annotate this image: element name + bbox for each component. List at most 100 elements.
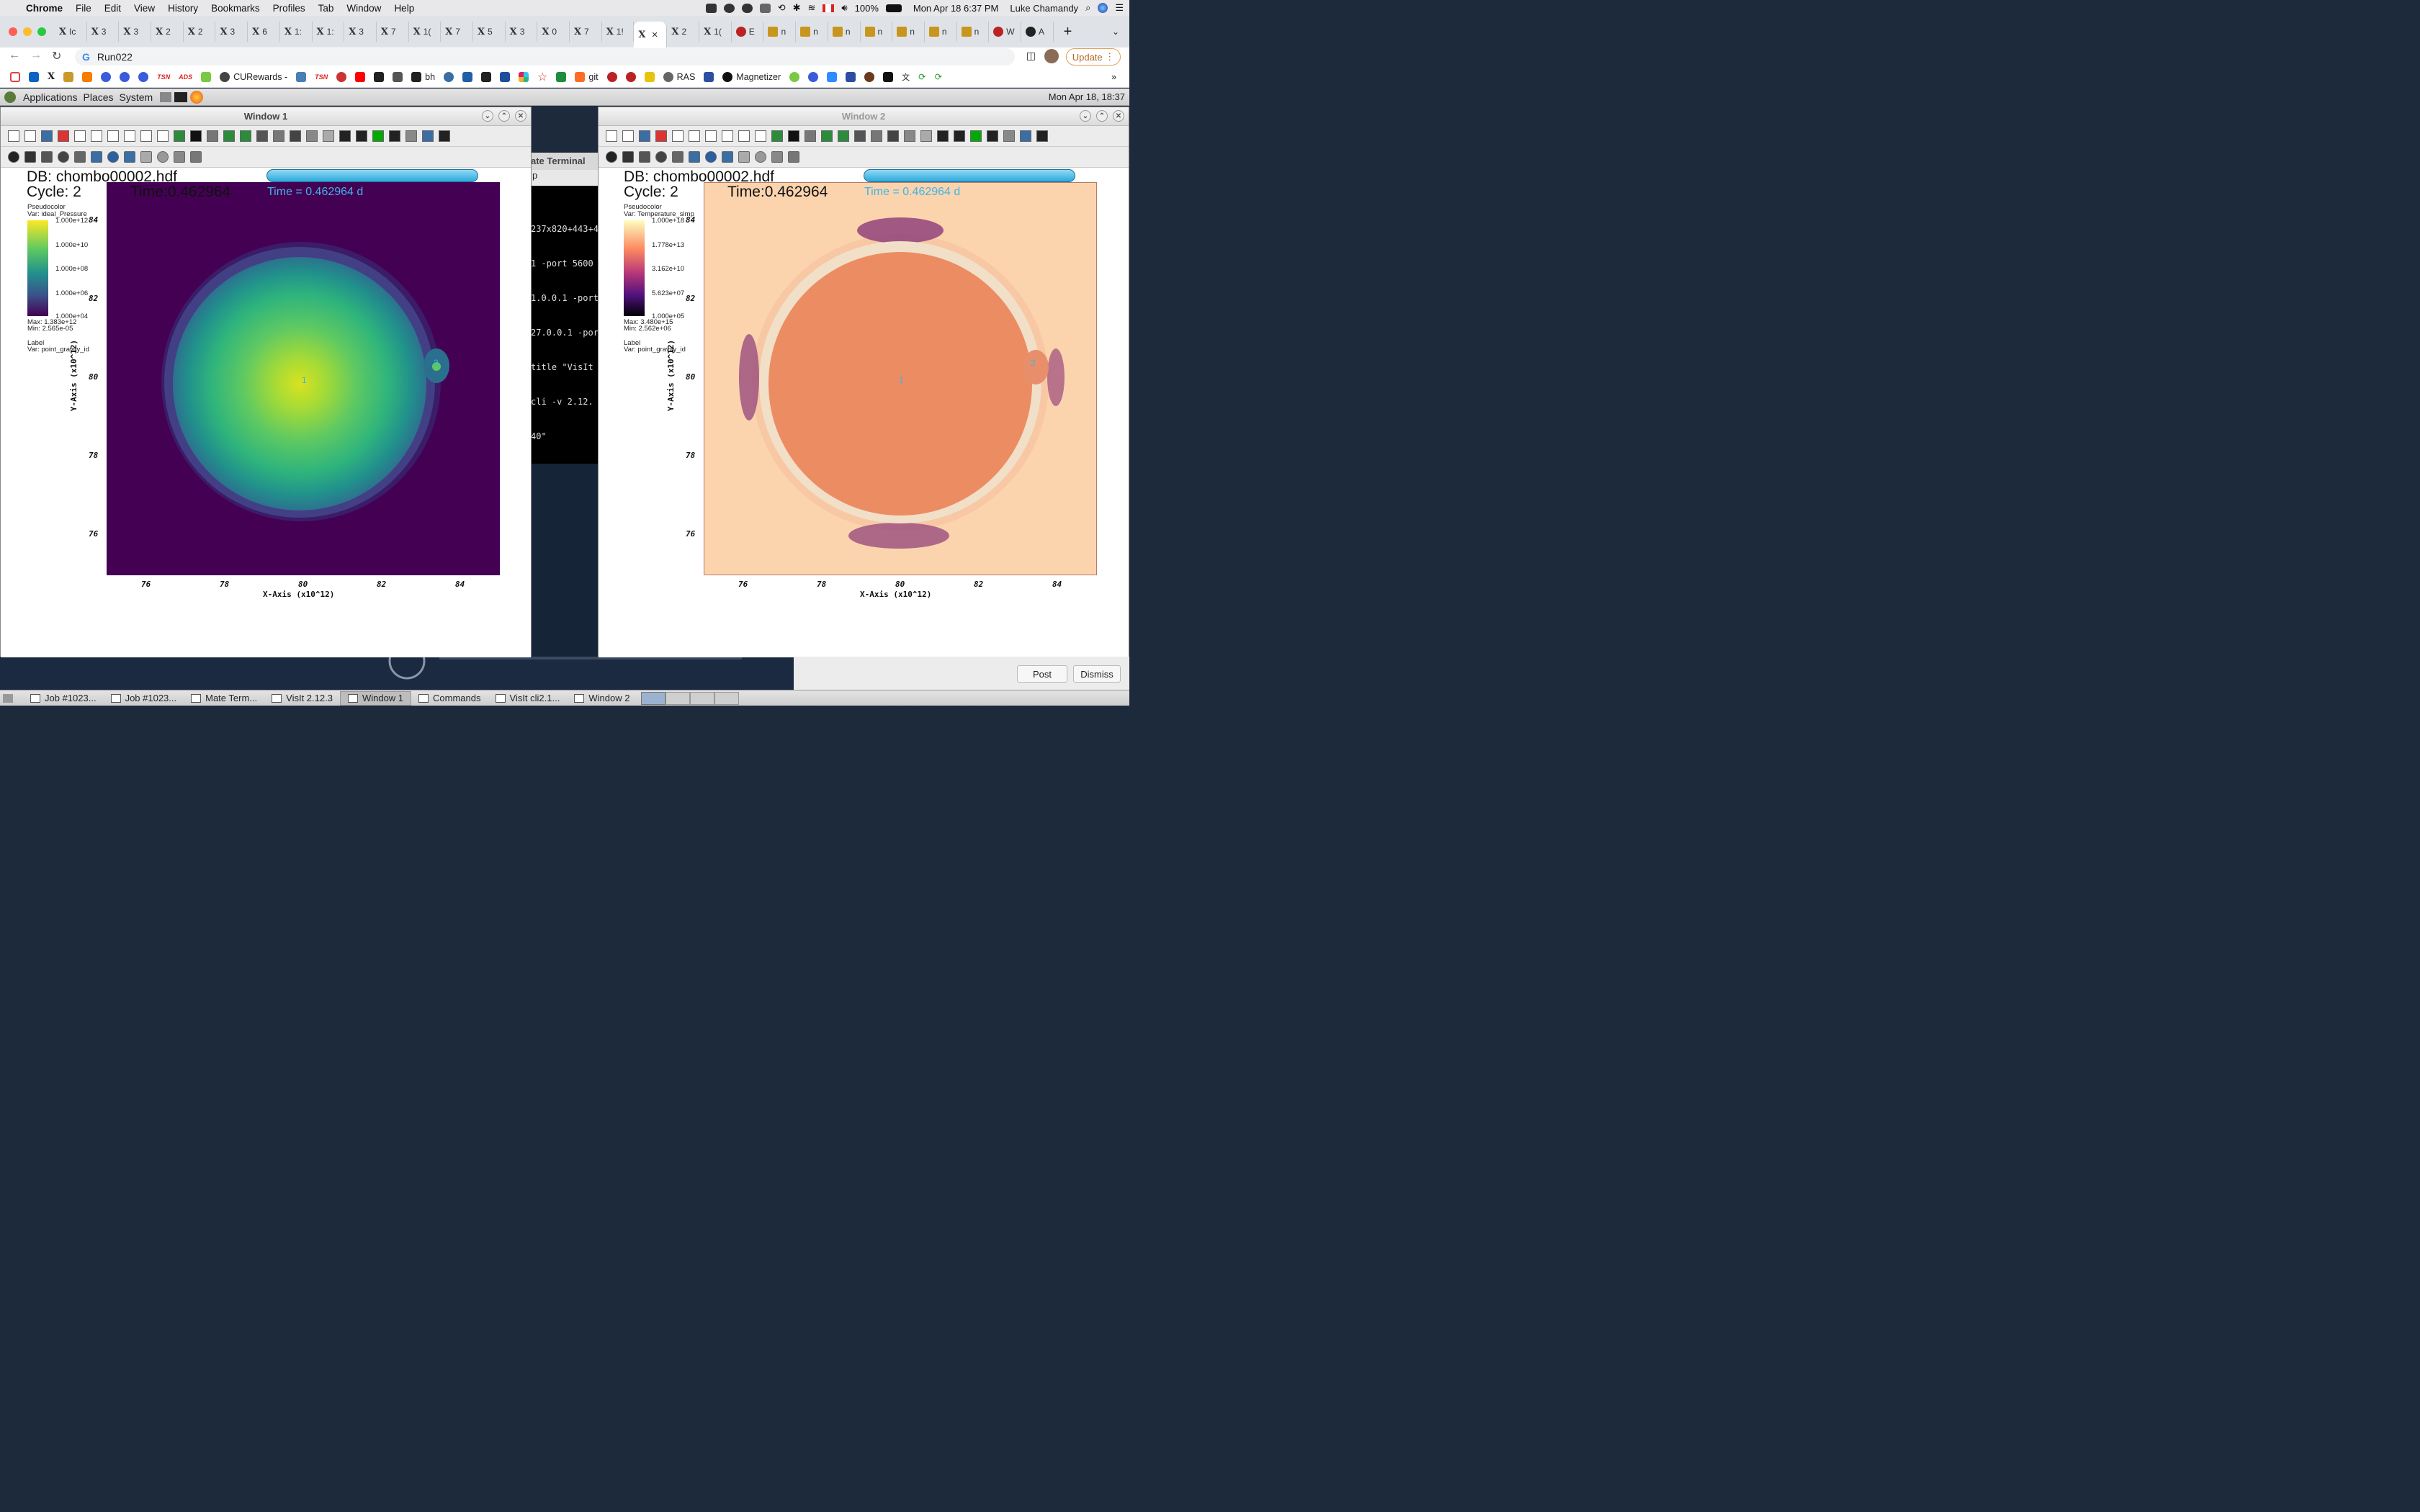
taskbar-item[interactable]: Commands xyxy=(411,691,488,706)
clone-icon[interactable] xyxy=(40,129,54,143)
bookmark-ras[interactable]: RAS xyxy=(659,71,700,82)
tab-22[interactable]: n xyxy=(763,22,797,42)
tab-9[interactable]: X3 xyxy=(344,22,377,42)
bookmark-x2[interactable] xyxy=(458,71,477,82)
undo-view-icon[interactable] xyxy=(321,129,336,143)
window-1-plot-area[interactable]: DB: chombo00002.hdf Cycle: 2 Time:0.4629… xyxy=(1,168,531,657)
window-2-plot-area[interactable]: DB: chombo00002.hdf Cycle: 2 Time:0.4629… xyxy=(599,168,1129,657)
line-tool-icon[interactable] xyxy=(720,150,735,164)
cube-icon[interactable] xyxy=(836,129,851,143)
maximize-button[interactable]: ⌃ xyxy=(498,110,510,122)
tab-11[interactable]: X 1( xyxy=(409,22,442,42)
lock-time-icon[interactable] xyxy=(786,129,801,143)
address-text[interactable]: Run022 xyxy=(97,51,133,63)
layout-2x2-icon[interactable] xyxy=(106,129,120,143)
bookmark-tsn2[interactable]: TSN xyxy=(310,73,332,81)
line-icon[interactable] xyxy=(671,150,685,164)
taskbar-item[interactable]: VisIt 2.12.3 xyxy=(264,691,340,706)
tab-25[interactable]: n xyxy=(861,22,893,42)
taskbar-item[interactable]: Job #1023... xyxy=(23,691,104,706)
bookmark-sun[interactable] xyxy=(59,71,78,82)
bookmark-paw1[interactable] xyxy=(603,71,622,82)
bookmark-curewards[interactable]: CURewards - xyxy=(215,71,292,82)
camera-icon[interactable] xyxy=(272,129,286,143)
overflow-icon[interactable] xyxy=(985,129,1000,143)
taskbar-item[interactable]: VisIt cli2.1... xyxy=(488,691,568,706)
prev-frame-icon[interactable] xyxy=(936,129,950,143)
tab-0[interactable]: X Ic xyxy=(55,22,87,42)
bookmark-ads[interactable]: ADS xyxy=(174,73,197,81)
zoom-window-light[interactable] xyxy=(37,27,46,36)
tab-3[interactable]: X2 xyxy=(151,22,184,42)
bookmark-blogger[interactable] xyxy=(78,71,97,82)
bluetooth-icon[interactable]: ✱ xyxy=(793,2,801,14)
taskbar-item[interactable]: Window 2 xyxy=(567,691,637,706)
layout-2x3-icon[interactable] xyxy=(122,129,137,143)
sphere-tool-icon[interactable] xyxy=(770,150,784,164)
panel-clock[interactable]: Mon Apr 18, 18:37 xyxy=(1049,91,1125,102)
bookmark-x[interactable]: X xyxy=(43,71,59,82)
bookmarks-overflow-icon[interactable]: » xyxy=(1107,72,1121,82)
show-desktop-icon[interactable] xyxy=(3,693,13,703)
undo-view-icon[interactable] xyxy=(919,129,933,143)
navigate-icon[interactable] xyxy=(6,150,21,164)
bookmark-gmail[interactable] xyxy=(6,71,24,82)
new-window-icon[interactable] xyxy=(604,129,619,143)
tab-30[interactable]: A xyxy=(1021,22,1054,42)
tab-23[interactable]: n xyxy=(796,22,828,42)
camera-icon[interactable] xyxy=(869,129,884,143)
gnome-foot-icon[interactable] xyxy=(4,91,16,103)
box-icon[interactable] xyxy=(803,129,817,143)
bookmark-a3[interactable] xyxy=(134,71,153,82)
reverse-play-icon[interactable] xyxy=(952,129,967,143)
close-tab-icon[interactable]: ✕ xyxy=(651,30,658,40)
tab-21[interactable]: E xyxy=(732,22,764,42)
tab-14[interactable]: X3 xyxy=(506,22,538,42)
bookmark-leaf2[interactable]: ⟳ xyxy=(931,71,946,82)
rotate-icon[interactable] xyxy=(820,129,834,143)
reload-icon[interactable]: ↻ xyxy=(52,49,61,63)
time-slider-bar[interactable] xyxy=(864,169,1075,182)
time-slider-bar[interactable] xyxy=(266,169,478,182)
people-icon[interactable] xyxy=(759,3,771,13)
menu-view[interactable]: View xyxy=(127,3,161,14)
tab-27[interactable]: n xyxy=(925,22,957,42)
bookmark-s[interactable] xyxy=(879,71,897,82)
tab-5[interactable]: X3 xyxy=(215,22,248,42)
dismiss-button[interactable]: Dismiss xyxy=(1073,665,1121,683)
minimize-window-light[interactable] xyxy=(23,27,32,36)
clone-icon[interactable] xyxy=(637,129,652,143)
window-1-titlebar[interactable]: Window 1 ⌄ ⌃ ✕ xyxy=(1,107,531,126)
bookmark-tsn1[interactable]: TSN xyxy=(153,73,174,81)
overflow-icon[interactable] xyxy=(1035,129,1049,143)
launcher-firefox-icon[interactable] xyxy=(190,90,204,104)
box-tool-icon[interactable] xyxy=(753,150,768,164)
zone-pick-icon[interactable] xyxy=(637,150,652,164)
launcher-terminal-icon[interactable] xyxy=(174,91,188,102)
bookmark-magnetizer[interactable]: Magnetizer xyxy=(718,71,785,82)
back-icon[interactable]: ← xyxy=(9,49,20,62)
tab-16[interactable]: X7 xyxy=(570,22,602,42)
stop-icon[interactable] xyxy=(371,129,385,143)
workspace-switcher[interactable] xyxy=(641,691,740,705)
sidebar-icon[interactable]: ◫ xyxy=(1026,50,1036,62)
tab-13[interactable]: X5 xyxy=(473,22,506,42)
save-image-icon[interactable] xyxy=(404,129,418,143)
line-tool-icon[interactable] xyxy=(122,150,137,164)
bookmark-a2[interactable] xyxy=(115,71,134,82)
tab-2[interactable]: X3 xyxy=(119,22,152,42)
bookmark-e[interactable] xyxy=(841,71,860,82)
plane-tool-icon[interactable] xyxy=(737,150,751,164)
tools-icon[interactable] xyxy=(1018,129,1033,143)
taskbar-item[interactable]: Job #1023... xyxy=(104,691,184,706)
save-image-icon[interactable] xyxy=(1002,129,1016,143)
slider-icon[interactable] xyxy=(786,150,801,164)
clear-icon[interactable] xyxy=(56,129,71,143)
node-pick-icon[interactable] xyxy=(654,150,668,164)
reverse-play-icon[interactable] xyxy=(354,129,369,143)
tab-search-icon[interactable]: ⌄ xyxy=(1112,27,1119,37)
menu-places[interactable]: Places xyxy=(81,91,117,103)
profile-avatar[interactable] xyxy=(1044,49,1059,63)
bookmark-bh[interactable]: bh xyxy=(407,71,439,82)
cube-icon[interactable] xyxy=(238,129,253,143)
